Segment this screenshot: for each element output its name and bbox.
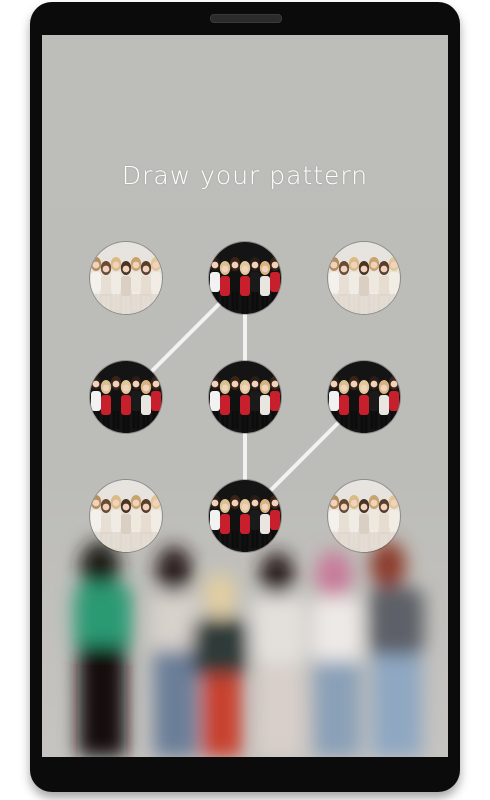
pattern-dot-4[interactable] (90, 361, 162, 433)
pattern-dot-1[interactable] (90, 242, 162, 314)
dark-group-photo (209, 242, 281, 314)
pattern-dot-3[interactable] (328, 242, 400, 314)
lock-screen: Draw your pattern (42, 35, 448, 757)
light-group-photo (328, 480, 400, 552)
light-group-photo (328, 242, 400, 314)
light-group-photo (90, 242, 162, 314)
dark-group-photo (328, 361, 400, 433)
phone-frame: Draw your pattern (30, 2, 460, 792)
dark-group-photo (209, 361, 281, 433)
light-group-photo (90, 480, 162, 552)
pattern-dot-8[interactable] (209, 480, 281, 552)
pattern-dot-2[interactable] (209, 242, 281, 314)
pattern-dot-6[interactable] (328, 361, 400, 433)
pattern-dot-7[interactable] (90, 480, 162, 552)
dark-group-photo (90, 361, 162, 433)
pattern-dot-9[interactable] (328, 480, 400, 552)
earpiece-speaker (210, 14, 282, 23)
pattern-dot-5[interactable] (209, 361, 281, 433)
dark-group-photo (209, 480, 281, 552)
